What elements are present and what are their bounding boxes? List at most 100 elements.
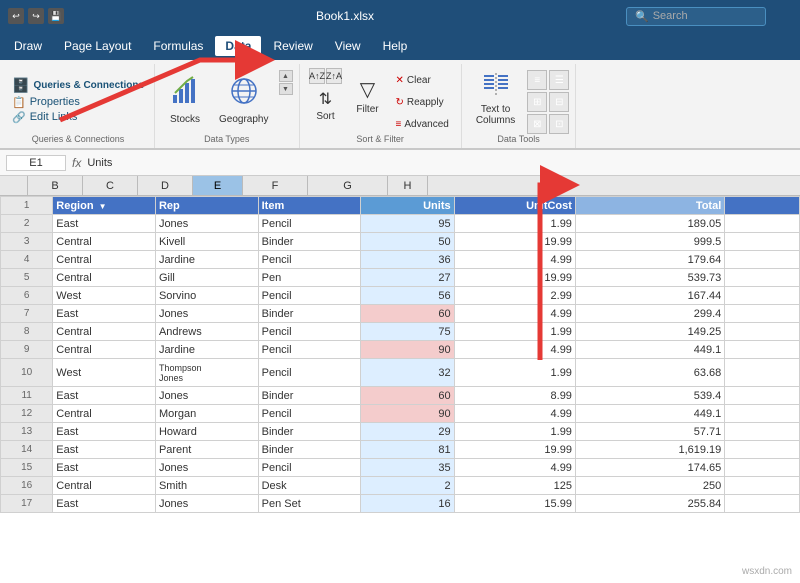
cell-f11[interactable]: 8.99 xyxy=(454,387,575,405)
cell-g3[interactable]: 999.5 xyxy=(575,233,724,251)
cell-b14[interactable]: East xyxy=(53,441,156,459)
cell-g6[interactable]: 167.44 xyxy=(575,287,724,305)
cell-d13[interactable]: Binder xyxy=(258,423,361,441)
col-header-h[interactable]: H xyxy=(388,176,428,195)
cell-e7[interactable]: 60 xyxy=(361,305,454,323)
col-header-e[interactable]: E xyxy=(193,176,243,195)
cell-b10[interactable]: West xyxy=(53,359,156,387)
cell-e10[interactable]: 32 xyxy=(361,359,454,387)
cell-d9[interactable]: Pencil xyxy=(258,341,361,359)
cell-d7[interactable]: Binder xyxy=(258,305,361,323)
cell-f5[interactable]: 19.99 xyxy=(454,269,575,287)
cell-f2[interactable]: 1.99 xyxy=(454,215,575,233)
ribbon-scroll-up[interactable]: ▲ xyxy=(279,70,293,82)
cell-f16[interactable]: 125 xyxy=(454,477,575,495)
menu-data[interactable]: Data xyxy=(215,36,261,56)
cell-e13[interactable]: 29 xyxy=(361,423,454,441)
cell-c15[interactable]: Jones xyxy=(155,459,258,477)
queries-connections-btn[interactable]: 🗄️ Queries & Connections xyxy=(8,76,148,95)
cell-c14[interactable]: Parent xyxy=(155,441,258,459)
tool-btn-4[interactable]: ⊟ xyxy=(549,92,569,112)
cell-e11[interactable]: 60 xyxy=(361,387,454,405)
tool-btn-1[interactable]: ≡ xyxy=(527,70,547,90)
reapply-btn[interactable]: ↻ Reapply xyxy=(390,92,455,112)
cell-c17[interactable]: Jones xyxy=(155,495,258,513)
cell-e15[interactable]: 35 xyxy=(361,459,454,477)
undo-btn[interactable]: ↩ xyxy=(8,8,24,24)
cell-c8[interactable]: Andrews xyxy=(155,323,258,341)
cell-c6[interactable]: Sorvino xyxy=(155,287,258,305)
menu-view[interactable]: View xyxy=(325,36,371,56)
cell-g11[interactable]: 539.4 xyxy=(575,387,724,405)
formula-input[interactable]: Units xyxy=(87,157,794,169)
cell-b16[interactable]: Central xyxy=(53,477,156,495)
cell-g4[interactable]: 179.64 xyxy=(575,251,724,269)
cell-f6[interactable]: 2.99 xyxy=(454,287,575,305)
tool-btn-3[interactable]: ⊞ xyxy=(527,92,547,112)
cell-e17[interactable]: 16 xyxy=(361,495,454,513)
cell-f8[interactable]: 1.99 xyxy=(454,323,575,341)
cell-d17[interactable]: Pen Set xyxy=(258,495,361,513)
cell-d16[interactable]: Desk xyxy=(258,477,361,495)
cell-b8[interactable]: Central xyxy=(53,323,156,341)
advanced-btn[interactable]: ≡ Advanced xyxy=(390,114,455,134)
text-to-columns-btn[interactable]: Text to Columns xyxy=(468,68,523,128)
cell-c3[interactable]: Kivell xyxy=(155,233,258,251)
col-header-d[interactable]: D xyxy=(138,176,193,195)
window-controls[interactable]: ↩ ↪ 💾 xyxy=(8,8,64,24)
cell-c12[interactable]: Morgan xyxy=(155,405,258,423)
cell-g15[interactable]: 174.65 xyxy=(575,459,724,477)
cell-e3[interactable]: 50 xyxy=(361,233,454,251)
cell-d15[interactable]: Pencil xyxy=(258,459,361,477)
cell-b11[interactable]: East xyxy=(53,387,156,405)
tool-btn-6[interactable]: ⊡ xyxy=(549,114,569,134)
cell-d14[interactable]: Binder xyxy=(258,441,361,459)
cell-e12[interactable]: 90 xyxy=(361,405,454,423)
cell-f12[interactable]: 4.99 xyxy=(454,405,575,423)
properties-btn[interactable]: 📋 Properties xyxy=(8,95,148,110)
cell-d12[interactable]: Pencil xyxy=(258,405,361,423)
redo-btn[interactable]: ↪ xyxy=(28,8,44,24)
cell-c16[interactable]: Smith xyxy=(155,477,258,495)
cell-c11[interactable]: Jones xyxy=(155,387,258,405)
cell-b2[interactable]: East xyxy=(53,215,156,233)
tool-btn-5[interactable]: ⊠ xyxy=(527,114,547,134)
cell-f3[interactable]: 19.99 xyxy=(454,233,575,251)
cell-g17[interactable]: 255.84 xyxy=(575,495,724,513)
col-header-c[interactable]: C xyxy=(83,176,138,195)
cell-g10[interactable]: 63.68 xyxy=(575,359,724,387)
cell-b9[interactable]: Central xyxy=(53,341,156,359)
tool-btn-2[interactable]: ☰ xyxy=(549,70,569,90)
cell-d4[interactable]: Pencil xyxy=(258,251,361,269)
search-box[interactable]: 🔍 Search xyxy=(626,7,766,26)
cell-b12[interactable]: Central xyxy=(53,405,156,423)
cell-b13[interactable]: East xyxy=(53,423,156,441)
filter-btn[interactable]: ▽ Filter xyxy=(348,68,388,123)
cell-b15[interactable]: East xyxy=(53,459,156,477)
cell-d3[interactable]: Binder xyxy=(258,233,361,251)
menu-review[interactable]: Review xyxy=(263,36,322,56)
cell-f7[interactable]: 4.99 xyxy=(454,305,575,323)
header-region[interactable]: Region ▼ xyxy=(53,197,156,215)
cell-d8[interactable]: Pencil xyxy=(258,323,361,341)
cell-b5[interactable]: Central xyxy=(53,269,156,287)
cell-f13[interactable]: 1.99 xyxy=(454,423,575,441)
cell-g16[interactable]: 250 xyxy=(575,477,724,495)
edit-links-btn[interactable]: 🔗 Edit Links xyxy=(8,110,148,125)
cell-e2[interactable]: 95 xyxy=(361,215,454,233)
cell-e4[interactable]: 36 xyxy=(361,251,454,269)
col-header-b[interactable]: B xyxy=(28,176,83,195)
cell-b17[interactable]: East xyxy=(53,495,156,513)
cell-g2[interactable]: 189.05 xyxy=(575,215,724,233)
cell-g13[interactable]: 57.71 xyxy=(575,423,724,441)
cell-e9[interactable]: 90 xyxy=(361,341,454,359)
menu-draw[interactable]: Draw xyxy=(4,36,52,56)
cell-f15[interactable]: 4.99 xyxy=(454,459,575,477)
cell-g5[interactable]: 539.73 xyxy=(575,269,724,287)
stocks-btn[interactable]: Stocks xyxy=(161,70,209,130)
cell-c4[interactable]: Jardine xyxy=(155,251,258,269)
name-box[interactable]: E1 xyxy=(6,155,66,171)
cell-b6[interactable]: West xyxy=(53,287,156,305)
sort-az-btn[interactable]: A↑Z xyxy=(309,68,325,84)
clear-btn[interactable]: ✕ Clear xyxy=(390,70,455,90)
